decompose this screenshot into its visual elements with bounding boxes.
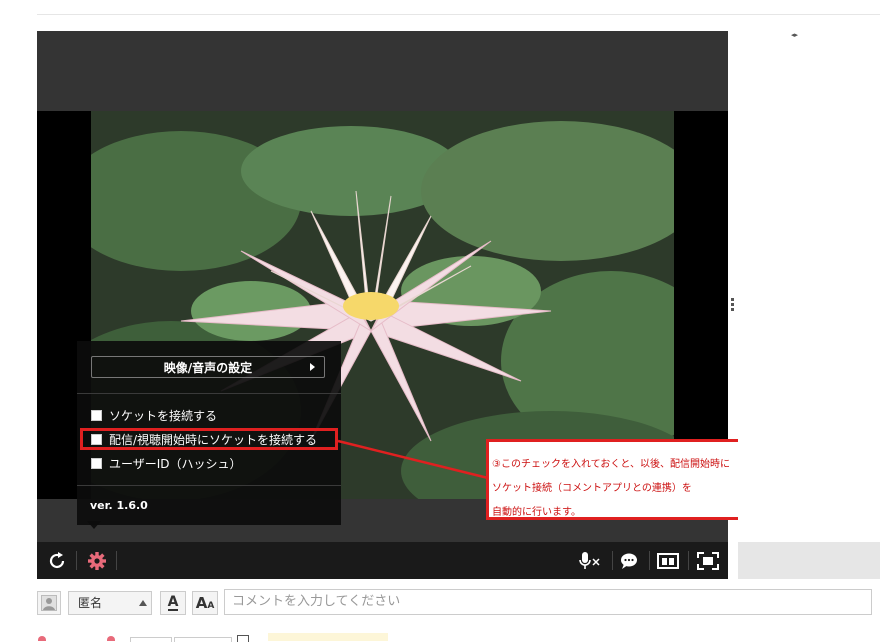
user-icon [41, 595, 57, 611]
font-size-icon: AA [195, 594, 215, 612]
name-value: 匿名 [78, 596, 103, 610]
triangle-up-icon [139, 600, 147, 606]
comment-input[interactable]: コメントを入力してください [224, 589, 872, 615]
side-resize-handle[interactable]: ◂▸ [791, 31, 798, 39]
font-color-icon: A [167, 594, 179, 611]
avatar[interactable] [37, 591, 61, 615]
side-panel-footer [738, 542, 880, 579]
font-color-button[interactable]: A [160, 591, 186, 615]
name-select[interactable]: 匿名 [68, 591, 152, 615]
font-size-button[interactable]: AA [192, 591, 218, 615]
bottom-toolbar-partial [0, 632, 880, 642]
vertical-resize-grip[interactable] [731, 298, 734, 313]
comment-bar: 匿名 A AA コメントを入力してください [37, 588, 880, 616]
side-panel [738, 41, 880, 542]
comment-placeholder: コメントを入力してください [232, 594, 401, 609]
